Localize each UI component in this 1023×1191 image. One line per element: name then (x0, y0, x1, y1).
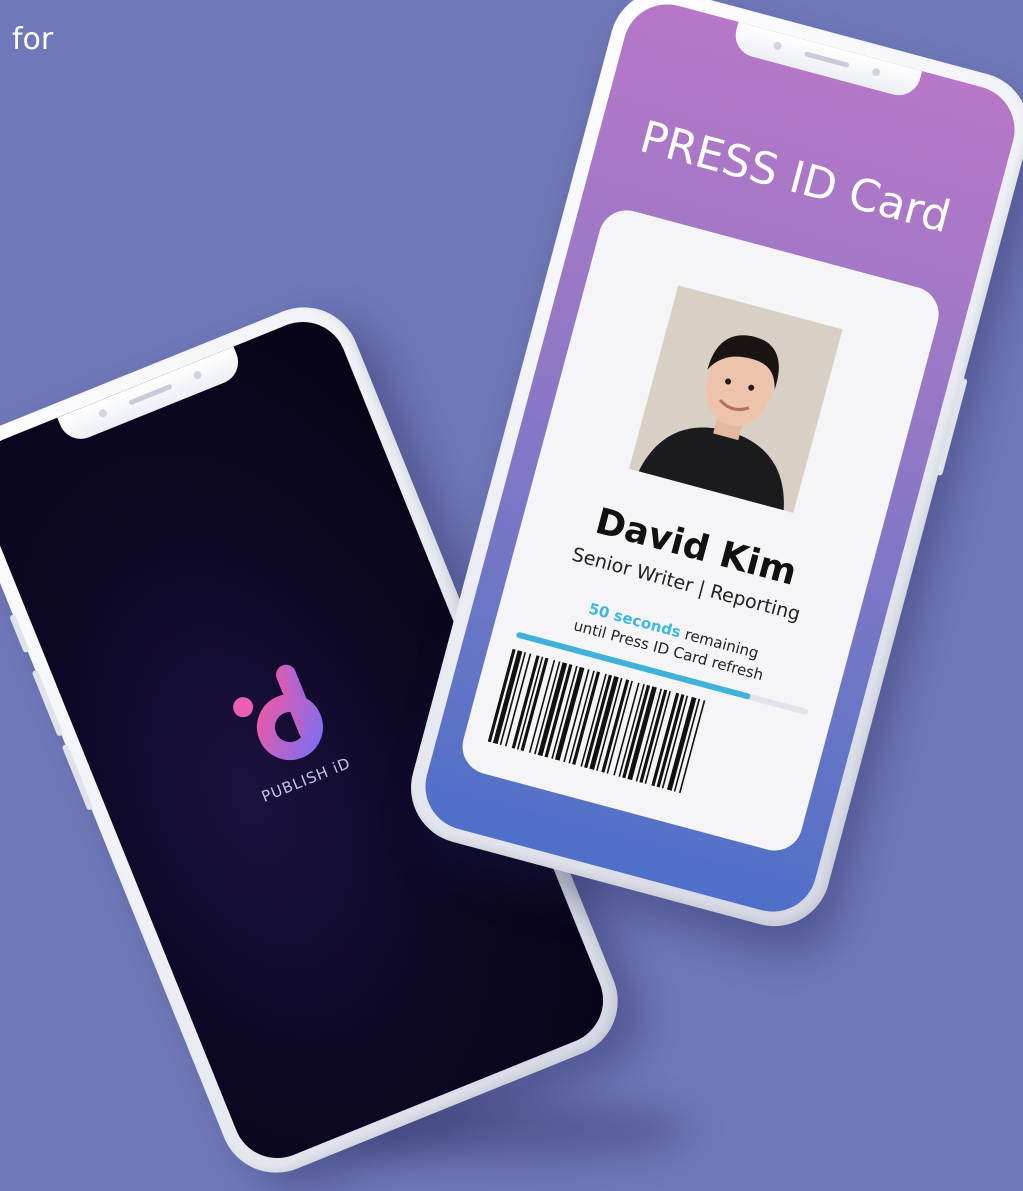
sensor-icon (871, 67, 882, 78)
phone-notch (57, 346, 245, 446)
speaker-grille (128, 383, 173, 406)
app-logo: PUBLISH iD (217, 650, 353, 806)
sensor-icon (192, 369, 203, 381)
person-portrait-icon (629, 285, 843, 513)
press-card-screen: PRESS ID Card David Kim Senior Writer | (415, 0, 1023, 922)
phone-notch (730, 21, 923, 101)
press-card-phone: PRESS ID Card David Kim Senior Writer | (398, 0, 1023, 939)
corner-caption: for (12, 22, 54, 57)
front-camera-icon (772, 40, 783, 51)
speaker-grille (803, 51, 850, 68)
publish-id-logo-icon (233, 664, 324, 761)
profile-photo (629, 285, 843, 513)
press-id-card[interactable]: David Kim Senior Writer | Reporting 50 s… (456, 204, 945, 857)
role-separator: | (695, 577, 708, 601)
mute-switch (9, 613, 30, 654)
front-camera-icon (97, 408, 109, 419)
